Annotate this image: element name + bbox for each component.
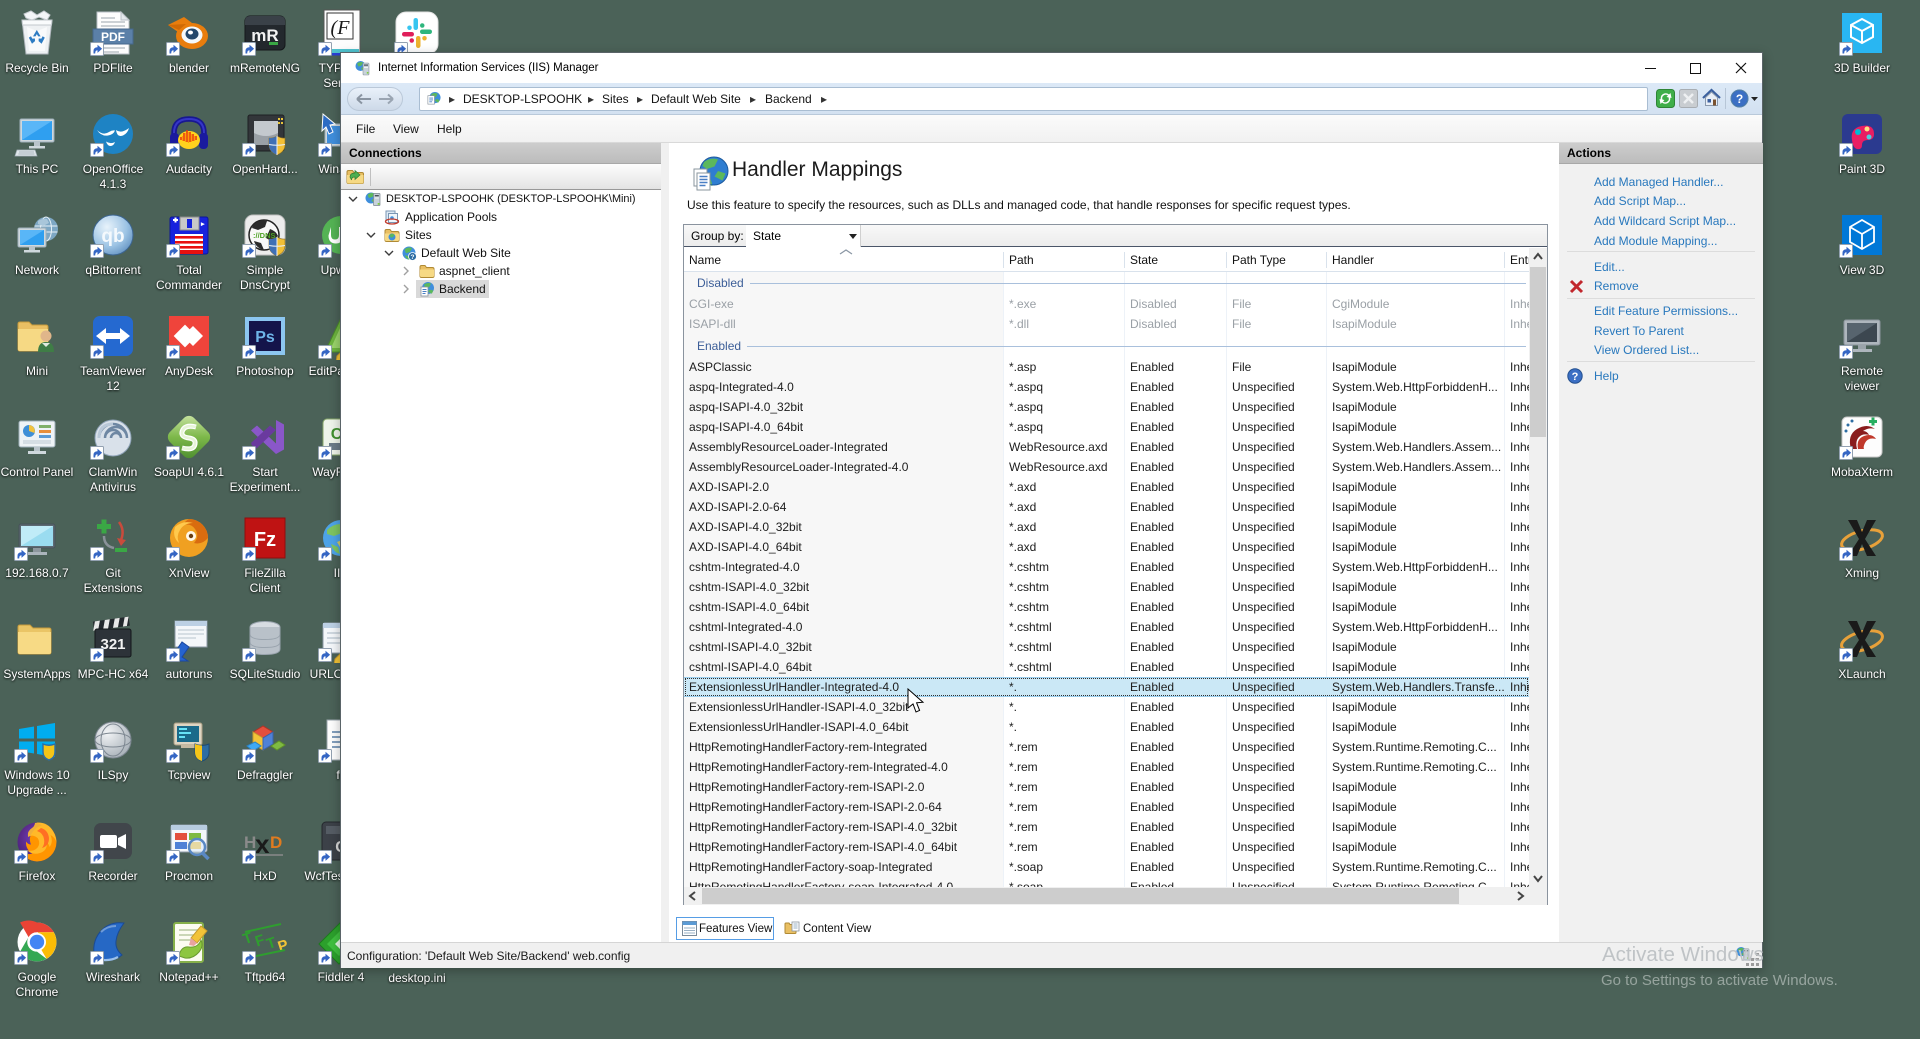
svg-text:?: ? [411, 254, 415, 261]
svg-text:?: ? [1572, 371, 1579, 383]
svg-text:qb: qb [101, 226, 124, 247]
svg-text:321: 321 [100, 636, 125, 653]
svg-text:P: P [276, 936, 289, 955]
svg-text:?: ? [1736, 92, 1743, 106]
svg-text:D: D [270, 833, 282, 852]
svg-text:Fz: Fz [254, 529, 276, 551]
svg-text:Ps: Ps [255, 329, 275, 346]
svg-text:▸: ▸ [200, 221, 205, 228]
svg-text:PDF: PDF [101, 30, 125, 44]
svg-text:(F: (F [331, 17, 351, 39]
